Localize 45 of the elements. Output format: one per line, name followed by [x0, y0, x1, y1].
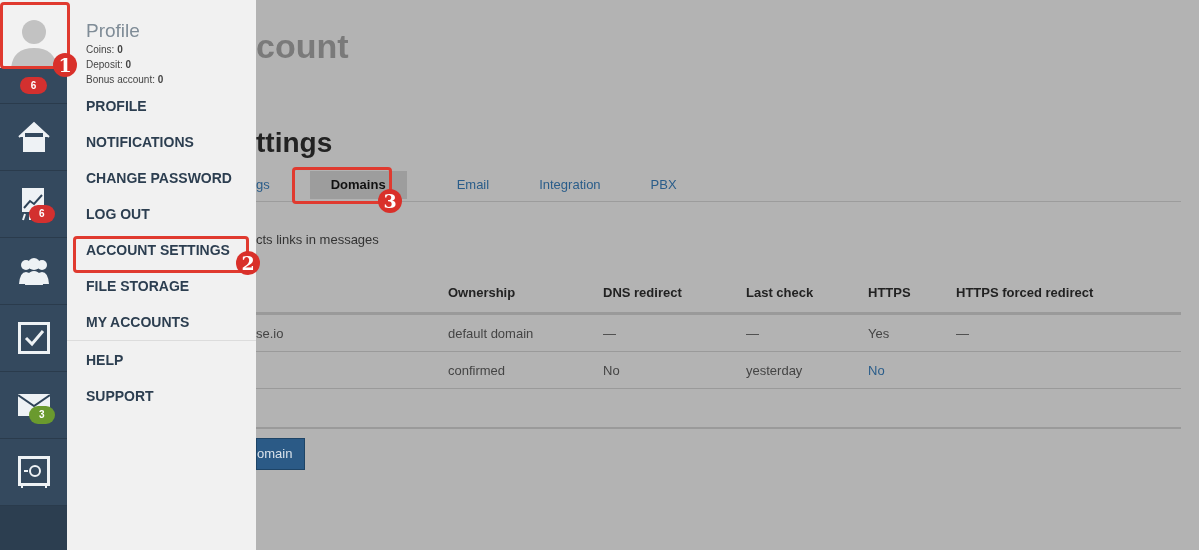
menu-item[interactable]: MY ACCOUNTS — [86, 312, 190, 332]
sidebar-item[interactable] — [0, 439, 67, 506]
column-header: HTTPS — [868, 284, 911, 300]
menu-item[interactable]: CHANGE PASSWORD — [86, 168, 232, 188]
table-cell: — — [956, 325, 969, 341]
column-header: Last check — [746, 284, 814, 300]
menu-item[interactable]: SUPPORT — [86, 386, 154, 406]
safe-icon — [17, 456, 50, 488]
table-cell: confirmed — [448, 362, 506, 378]
table-cell: — — [746, 325, 759, 341]
description-text: cts links in messages — [256, 231, 380, 249]
sidebar-item[interactable]: 6 — [0, 171, 67, 238]
step-number: 2 — [236, 251, 260, 275]
menu-item[interactable]: NOTIFICATIONS — [86, 132, 194, 152]
column-header: Ownership — [448, 284, 516, 300]
menu-item[interactable]: LOG OUT — [86, 204, 150, 224]
table-cell: No — [603, 362, 620, 378]
checkbox-icon — [17, 322, 50, 354]
add-domain-button[interactable]: omain — [256, 437, 306, 470]
users-icon — [16, 256, 51, 286]
table-cell: — — [603, 325, 616, 341]
table-cell: yesterday — [746, 362, 803, 378]
menu-item[interactable]: HELP — [86, 350, 124, 370]
sidebar-item[interactable] — [0, 104, 67, 171]
table-cell: default domain — [448, 325, 534, 341]
page-title: count — [256, 26, 350, 66]
house-icon — [16, 120, 51, 154]
table-cell: se.io — [256, 325, 284, 341]
count-badge: 6 — [29, 205, 55, 223]
sidebar-item[interactable] — [0, 305, 67, 372]
table-cell: Yes — [868, 325, 890, 341]
menu-item[interactable]: PROFILE — [86, 96, 147, 116]
balance-line: Deposit: 0 — [86, 58, 133, 72]
menu-item[interactable]: ACCOUNT SETTINGS — [86, 240, 230, 260]
notification-badge: 6 — [19, 77, 48, 94]
menu-item[interactable]: FILE STORAGE — [86, 276, 190, 296]
column-header: DNS redirect — [603, 284, 682, 300]
step-number: 3 — [378, 189, 402, 213]
balance-line: Bonus account: 0 — [86, 73, 165, 87]
column-header: HTTPS forced redirect — [956, 284, 1094, 300]
menu-title: Profile — [86, 20, 141, 42]
balance-line: Coins: 0 — [86, 43, 124, 57]
section-title: ttings — [256, 126, 334, 160]
sidebar-item[interactable] — [0, 238, 67, 305]
count-badge: 3 — [29, 406, 55, 424]
